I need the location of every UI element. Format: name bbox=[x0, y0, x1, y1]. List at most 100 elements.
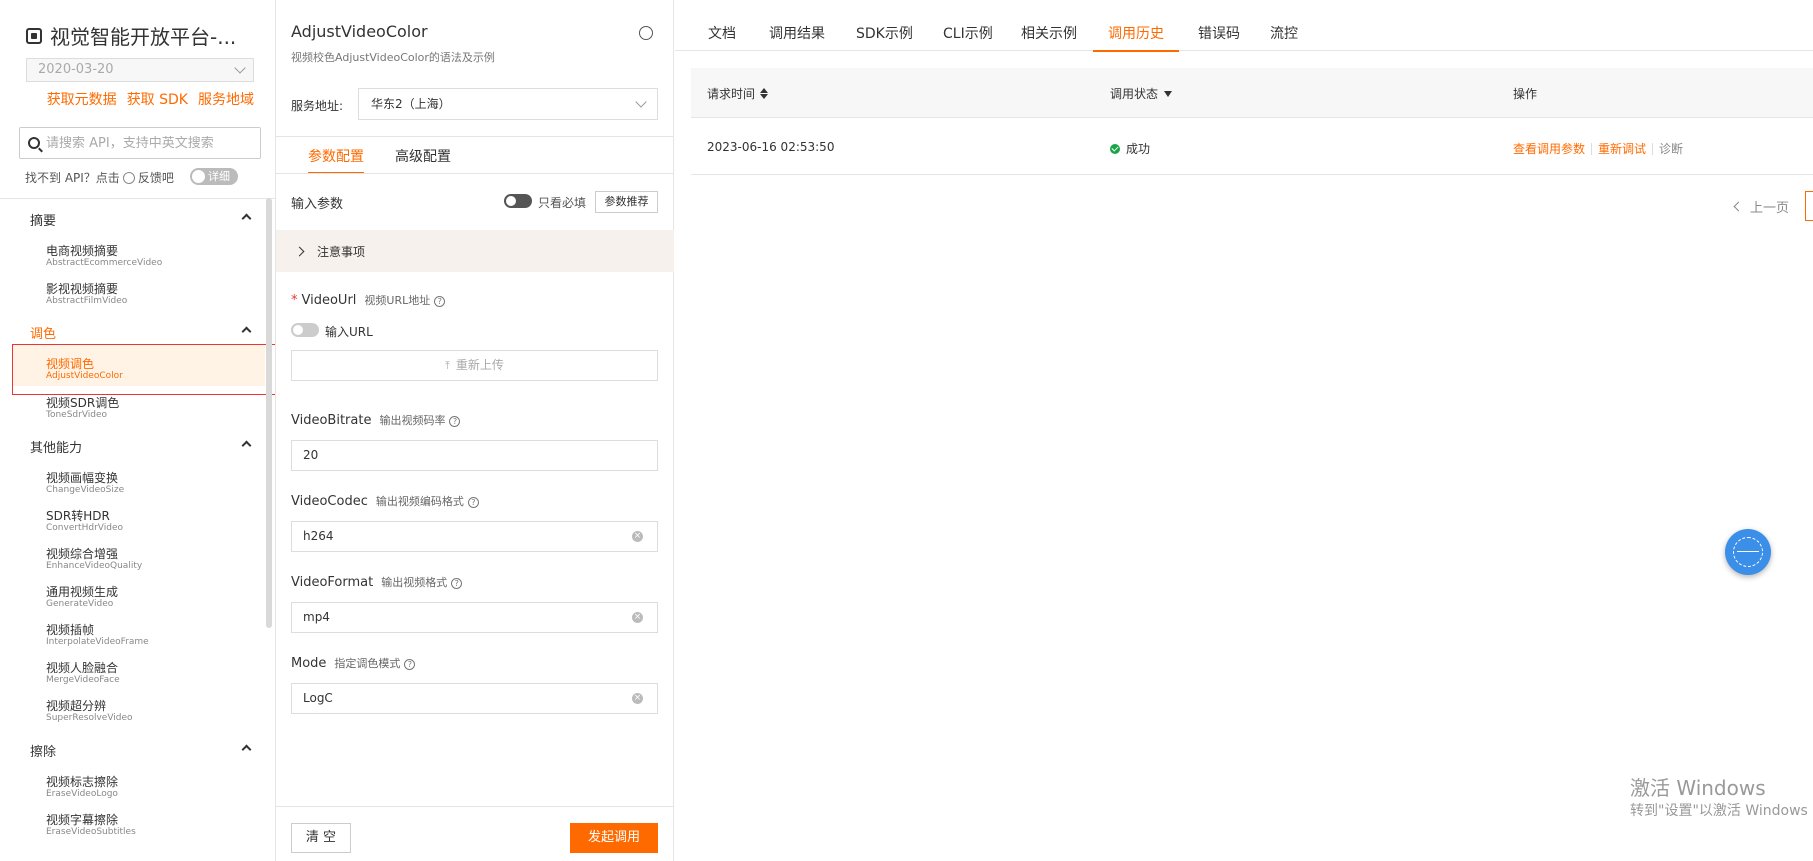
clear-button[interactable]: 清 空 bbox=[291, 823, 351, 853]
sidebar-scrollbar[interactable] bbox=[266, 198, 272, 628]
version-date-select[interactable]: 2020-03-20 bbox=[26, 58, 254, 82]
field-name: VideoBitrate bbox=[291, 413, 372, 428]
field-label-video-codec: VideoCodec 输出视频编码格式? bbox=[291, 493, 479, 509]
clear-icon[interactable]: × bbox=[632, 693, 643, 704]
selection-highlight-box bbox=[12, 344, 275, 395]
api-title: AdjustVideoColor bbox=[291, 22, 428, 41]
help-icon[interactable]: ? bbox=[467, 497, 479, 508]
input-value: 20 bbox=[303, 448, 319, 462]
sidebar-group-abstract[interactable]: 摘要 bbox=[30, 210, 252, 229]
filter-down-icon[interactable] bbox=[1164, 90, 1173, 97]
mode-input[interactable]: LogC × bbox=[291, 683, 658, 714]
sidebar-item-abstract-ecommerce-video[interactable]: 电商视频摘要 AbstractEcommerceVideo bbox=[46, 244, 256, 269]
success-check-icon bbox=[1110, 143, 1120, 154]
sidebar-item-super-resolve-video[interactable]: 视频超分辨 SuperResolveVideo bbox=[46, 699, 256, 724]
submit-call-button[interactable]: 发起调用 bbox=[570, 823, 658, 853]
input-url-switch[interactable] bbox=[291, 323, 319, 337]
service-address-label: 服务地址: bbox=[291, 99, 344, 113]
service-address-value: 华东2（上海） bbox=[371, 97, 451, 111]
video-codec-input[interactable]: h264 × bbox=[291, 521, 658, 552]
column-label: 操作 bbox=[1513, 87, 1538, 101]
sidebar-item-tone-sdr-video[interactable]: 视频SDR调色 ToneSdrVideo bbox=[46, 396, 256, 421]
pager-current-page[interactable] bbox=[1805, 191, 1813, 221]
chevron-up-icon[interactable] bbox=[241, 213, 252, 224]
chevron-up-icon[interactable] bbox=[241, 744, 252, 755]
sort-icon[interactable] bbox=[760, 88, 769, 99]
tab-docs[interactable]: 文档 bbox=[708, 23, 736, 51]
tab-error-codes[interactable]: 错误码 bbox=[1198, 23, 1240, 51]
chevron-left-icon bbox=[1733, 201, 1744, 212]
tab-call-result[interactable]: 调用结果 bbox=[769, 23, 825, 51]
field-label-mode: Mode 指定调色模式? bbox=[291, 655, 416, 671]
param-recommend-button[interactable]: 参数推荐 bbox=[595, 191, 658, 213]
column-call-status[interactable]: 调用状态 bbox=[1110, 85, 1173, 102]
sidebar-item-abstract-film-video[interactable]: 影视视频摘要 AbstractFilmVideo bbox=[46, 282, 256, 307]
pager-prev-button[interactable]: 上一页 bbox=[1733, 197, 1789, 216]
only-required-switch[interactable] bbox=[504, 194, 532, 208]
chevron-down-icon bbox=[635, 96, 647, 108]
feedback-smile-icon[interactable] bbox=[639, 26, 653, 40]
service-address-select[interactable]: 华东2（上海） bbox=[358, 88, 658, 120]
reupload-button[interactable]: ⤒ 重新上传 bbox=[291, 350, 658, 381]
api-search-box[interactable] bbox=[19, 127, 261, 159]
field-desc: 输出视频编码格式 bbox=[375, 495, 464, 508]
chevron-up-icon[interactable] bbox=[241, 326, 252, 337]
sidebar-group-other[interactable]: 其他能力 bbox=[30, 437, 252, 456]
tab-sdk-example[interactable]: SDK示例 bbox=[856, 23, 913, 51]
group-label: 其他能力 bbox=[30, 441, 83, 456]
status-text: 成功 bbox=[1126, 142, 1151, 156]
sidebar-item-interpolate-video-frame[interactable]: 视频插帧 InterpolateVideoFrame bbox=[46, 623, 256, 648]
video-format-input[interactable]: mp4 × bbox=[291, 602, 658, 633]
video-bitrate-input[interactable]: 20 bbox=[291, 440, 658, 471]
call-status-cell: 成功 bbox=[1110, 140, 1150, 157]
chevron-up-icon[interactable] bbox=[241, 440, 252, 451]
tab-cli-example[interactable]: CLI示例 bbox=[943, 23, 993, 51]
item-label: 视频综合增强 bbox=[46, 547, 119, 561]
tab-advanced-config[interactable]: 高级配置 bbox=[395, 146, 451, 174]
field-desc: 输出视频码率 bbox=[379, 414, 446, 427]
sidebar-item-convert-hdr-video[interactable]: SDR转HDR ConvertHdrVideo bbox=[46, 509, 256, 534]
sidebar-item-erase-video-subtitles[interactable]: 视频字幕擦除 EraseVideoSubtitles bbox=[46, 813, 256, 838]
help-icon[interactable]: ? bbox=[451, 578, 463, 589]
tab-param-config[interactable]: 参数配置 bbox=[308, 146, 364, 174]
platform-title[interactable]: 视觉智能开放平台-... bbox=[26, 21, 236, 50]
sidebar-item-change-video-size[interactable]: 视频画幅变换 ChangeVideoSize bbox=[46, 471, 256, 496]
redebug-link[interactable]: 重新调试 bbox=[1598, 140, 1646, 157]
clear-icon[interactable]: × bbox=[632, 612, 643, 623]
help-icon[interactable]: ? bbox=[449, 416, 461, 427]
help-icon[interactable]: ? bbox=[404, 659, 416, 670]
version-date-value: 2020-03-20 bbox=[38, 62, 114, 77]
column-request-time[interactable]: 请求时间 bbox=[707, 85, 769, 102]
tab-rate-limit[interactable]: 流控 bbox=[1270, 23, 1298, 51]
help-icon[interactable]: ? bbox=[434, 296, 446, 307]
result-panel: 文档 调用结果 SDK示例 CLI示例 相关示例 调用历史 错误码 流控 请求时… bbox=[675, 0, 1813, 861]
sidebar-item-merge-video-face[interactable]: 视频人脸融合 MergeVideoFace bbox=[46, 661, 256, 686]
sidebar-divider bbox=[0, 198, 275, 199]
tab-related-examples[interactable]: 相关示例 bbox=[1021, 23, 1077, 51]
feedback-link[interactable]: 反馈吧 bbox=[138, 169, 174, 186]
sidebar-group-color[interactable]: 调色 bbox=[30, 323, 252, 342]
chevron-down-icon bbox=[234, 62, 246, 74]
item-label: 视频超分辨 bbox=[46, 699, 107, 713]
notice-collapse[interactable]: 注意事项 bbox=[276, 230, 674, 272]
api-search-input[interactable] bbox=[46, 135, 246, 151]
sidebar-item-enhance-video-quality[interactable]: 视频综合增强 EnhanceVideoQuality bbox=[46, 547, 256, 572]
get-sdk-link[interactable]: 获取 SDK bbox=[127, 89, 188, 109]
get-metadata-link[interactable]: 获取元数据 bbox=[47, 89, 117, 109]
item-api-name: SuperResolveVideo bbox=[46, 713, 133, 723]
required-mark: * bbox=[291, 293, 298, 308]
action-separator bbox=[1652, 142, 1654, 155]
sidebar-item-erase-video-logo[interactable]: 视频标志擦除 EraseVideoLogo bbox=[46, 775, 256, 800]
group-label: 擦除 bbox=[30, 745, 57, 760]
sidebar-group-erase[interactable]: 擦除 bbox=[30, 741, 252, 760]
column-label: 调用状态 bbox=[1110, 87, 1159, 101]
view-call-params-link[interactable]: 查看调用参数 bbox=[1513, 140, 1585, 157]
item-label: 通用视频生成 bbox=[46, 585, 119, 599]
detail-toggle[interactable]: 详细 bbox=[190, 168, 238, 185]
service-region-link[interactable]: 服务地域 bbox=[198, 89, 254, 109]
tab-call-history[interactable]: 调用历史 bbox=[1093, 23, 1179, 52]
clear-icon[interactable]: × bbox=[632, 531, 643, 542]
assistant-float-icon[interactable] bbox=[1725, 529, 1771, 575]
sidebar-item-generate-video[interactable]: 通用视频生成 GenerateVideo bbox=[46, 585, 256, 610]
diagnose-link[interactable]: 诊断 bbox=[1659, 140, 1683, 157]
